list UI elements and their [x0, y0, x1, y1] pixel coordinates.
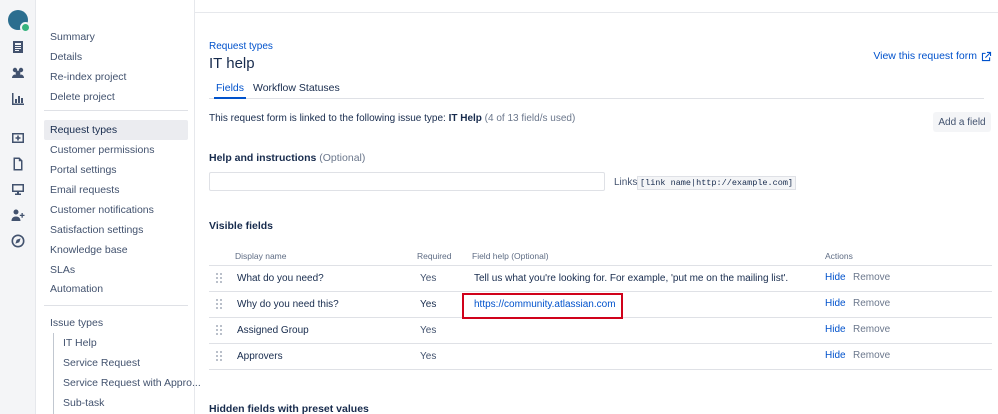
sidebar-item-satisfaction-settings[interactable]: Satisfaction settings	[50, 224, 143, 236]
drag-handle-icon[interactable]	[216, 273, 222, 283]
help-optional-text: (Optional)	[316, 152, 366, 164]
linked-field-count: (4 of 13 field/s used)	[481, 113, 576, 124]
table-row: Approvers Yes Hide Remove	[209, 344, 992, 369]
view-request-form-label: View this request form	[873, 50, 977, 62]
visible-fields-heading: Visible fields	[209, 220, 273, 232]
column-required: Required	[417, 251, 452, 261]
pages-icon[interactable]	[10, 156, 26, 172]
sidebar-item-knowledge-base[interactable]: Knowledge base	[50, 244, 128, 256]
drag-handle-icon[interactable]	[216, 351, 222, 361]
field-display-name: What do you need?	[237, 273, 324, 284]
hide-field-link[interactable]: Hide	[825, 324, 846, 335]
add-field-button[interactable]: Add a field	[933, 112, 991, 132]
invite-team-icon[interactable]	[10, 207, 26, 223]
field-required[interactable]: Yes	[420, 325, 436, 336]
channels-icon[interactable]	[10, 181, 26, 197]
sidebar-item-delete-project[interactable]: Delete project	[50, 91, 115, 103]
hide-field-link[interactable]: Hide	[825, 298, 846, 309]
sidebar-divider	[44, 305, 188, 306]
column-display-name: Display name	[235, 251, 287, 261]
tab-workflow-statuses[interactable]: Workflow Statuses	[253, 82, 340, 94]
customers-icon[interactable]	[10, 65, 26, 81]
sidebar-item-slas[interactable]: SLAs	[50, 264, 75, 276]
field-display-name: Approvers	[237, 351, 283, 362]
linked-prefix: This request form is linked to the follo…	[209, 113, 449, 124]
help-instructions-label: Help and instructions (Optional)	[209, 152, 365, 164]
links-syntax-hint: [link name|http://example.com]	[637, 176, 797, 190]
sidebar-item-customer-permissions[interactable]: Customer permissions	[50, 144, 154, 156]
sidebar-item-request-types[interactable]: Request types	[50, 124, 117, 136]
sidebar-divider	[44, 110, 188, 111]
field-display-name: Why do you need this?	[237, 299, 339, 310]
status-badge-icon	[20, 22, 31, 33]
row-divider	[209, 369, 992, 370]
hide-field-link[interactable]: Hide	[825, 350, 846, 361]
queues-icon[interactable]	[10, 39, 26, 55]
annotation-highlight-box	[462, 293, 623, 319]
help-instructions-input[interactable]	[209, 172, 605, 191]
drag-handle-icon[interactable]	[216, 299, 222, 309]
compass-icon[interactable]	[10, 233, 26, 249]
sidebar-item-reindex-project[interactable]: Re-index project	[50, 71, 126, 83]
table-row: Assigned Group Yes Hide Remove	[209, 318, 992, 343]
page-title: IT help	[209, 55, 255, 72]
sidebar-subitem-it-help[interactable]: IT Help	[63, 337, 97, 349]
hide-field-link[interactable]: Hide	[825, 272, 846, 283]
breadcrumb[interactable]: Request types	[209, 41, 273, 52]
field-required[interactable]: Yes	[420, 351, 436, 362]
sidebar-item-email-requests[interactable]: Email requests	[50, 184, 119, 196]
sidebar-item-issue-types[interactable]: Issue types	[50, 317, 103, 329]
remove-field-link[interactable]: Remove	[853, 298, 890, 309]
column-actions: Actions	[825, 251, 853, 261]
remove-field-link[interactable]: Remove	[853, 272, 890, 283]
linked-issue-type-text: This request form is linked to the follo…	[209, 113, 575, 124]
active-tab-indicator	[214, 97, 246, 99]
sidebar-item-summary[interactable]: Summary	[50, 31, 95, 43]
drag-handle-icon[interactable]	[216, 325, 222, 335]
table-row: What do you need? Yes Tell us what you'r…	[209, 266, 992, 291]
field-display-name: Assigned Group	[237, 325, 309, 336]
sidebar-item-automation[interactable]: Automation	[50, 283, 103, 295]
tab-bar: Fields Workflow Statuses	[209, 82, 984, 99]
sidebar-subitem-service-request[interactable]: Service Request	[63, 357, 140, 369]
hidden-fields-heading: Hidden fields with preset values	[209, 403, 369, 414]
field-help-text[interactable]: Tell us what you're looking for. For exa…	[474, 273, 788, 284]
column-field-help: Field help (Optional)	[472, 251, 549, 261]
sidebar-subitem-service-request-approval[interactable]: Service Request with Appro...	[63, 377, 201, 389]
remove-field-link[interactable]: Remove	[853, 350, 890, 361]
sidebar-item-portal-settings[interactable]: Portal settings	[50, 164, 117, 176]
sidebar-item-details[interactable]: Details	[50, 51, 82, 63]
external-link-icon	[981, 51, 992, 61]
remove-field-link[interactable]: Remove	[853, 324, 890, 335]
help-label-text: Help and instructions	[209, 152, 317, 164]
field-required[interactable]: Yes	[420, 299, 436, 310]
view-request-form-link[interactable]: View this request form	[873, 50, 992, 62]
add-item-icon[interactable]	[10, 130, 26, 146]
project-settings-sidebar: Summary Details Re-index project Delete …	[37, 0, 201, 414]
global-nav-rail	[0, 0, 36, 414]
field-required[interactable]: Yes	[420, 273, 436, 284]
reports-icon[interactable]	[10, 91, 26, 107]
issue-types-tree-line	[53, 333, 54, 414]
links-label: Links	[614, 177, 638, 188]
sidebar-subitem-sub-task[interactable]: Sub-task	[63, 397, 104, 409]
linked-issue-type: IT Help	[448, 113, 482, 124]
tab-fields[interactable]: Fields	[216, 82, 244, 94]
sidebar-item-customer-notifications[interactable]: Customer notifications	[50, 204, 154, 216]
